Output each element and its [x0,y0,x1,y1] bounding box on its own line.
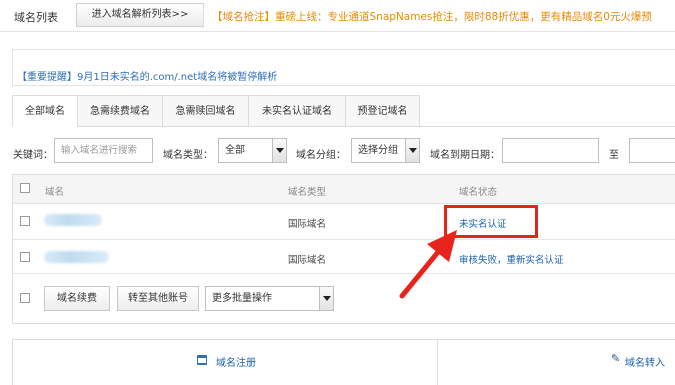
transfer-account-button[interactable]: 转至其他账号 [117,286,199,311]
to-label: 至 [609,150,619,161]
row-divider [13,273,675,274]
row-domain-type: 国际域名 [288,219,327,230]
calendar-icon [197,355,207,365]
type-select-value: 全部 [225,145,245,156]
batch-action-value: 更多批量操作 [212,293,272,304]
blurred-domain-name[interactable] [44,251,109,263]
table-header [13,175,675,204]
chevron-down-icon[interactable] [405,139,419,162]
page-title: 域名列表 [14,11,58,24]
tab-redemption-needed[interactable]: 急需赎回域名 [163,95,249,127]
tab-renewal-needed[interactable]: 急需续费域名 [78,95,163,127]
tab-unverified[interactable]: 未实名认证域名 [249,95,346,127]
tab-all-domains[interactable]: 全部域名 [12,95,78,127]
important-notice-link[interactable]: 【重要提醒】9月1日未实名的.com/.net域名将被暂停解析 [17,68,277,83]
expire-date-label: 域名到期日期： [430,150,500,161]
batch-select-checkbox[interactable] [20,293,30,303]
divider [437,339,438,385]
row-domain-type: 国际域名 [288,255,327,266]
blurred-domain-name[interactable] [44,214,102,226]
divider [203,3,204,28]
bottom-panel [12,339,675,385]
expire-start-input[interactable] [502,138,599,163]
pencil-icon: ✎ [611,352,621,365]
promo-banner-text[interactable]: 【域名抢注】重磅上线：专业通道SnapNames抢注，限时88折优惠，更有精品域… [212,9,652,24]
register-domain-link[interactable]: 域名注册 [216,354,256,369]
row-status-link[interactable]: 审核失败，重新实名认证 [459,252,564,266]
keyword-input[interactable]: 输入域名进行搜索 [54,138,153,163]
batch-action-select[interactable]: 更多批量操作 [205,286,334,311]
select-all-checkbox[interactable] [20,183,30,193]
keyword-label: 关键词： [13,150,53,161]
group-select[interactable]: 选择分组 [351,138,420,163]
header-domain-type: 域名类型 [288,187,327,198]
type-label: 域名类型： [163,150,213,161]
type-select[interactable]: 全部 [218,138,287,163]
header-domain-status: 域名状态 [459,187,498,198]
row-divider [13,239,675,240]
row-checkbox[interactable] [20,252,30,262]
renew-button[interactable]: 域名续费 [44,286,110,311]
group-select-value: 选择分组 [358,145,398,156]
red-arrow [399,230,457,299]
tab-preregistered[interactable]: 预登记域名 [346,95,420,127]
dns-list-button[interactable]: 进入域名解析列表>> [76,3,204,27]
row-checkbox[interactable] [20,216,30,226]
expire-end-input[interactable] [629,138,675,163]
chevron-down-icon[interactable] [272,139,286,162]
chevron-down-icon[interactable] [319,287,333,310]
header-domain: 域名 [45,187,65,198]
group-label: 域名分组： [296,150,346,161]
transfer-in-link[interactable]: 域名转入 [625,354,665,369]
